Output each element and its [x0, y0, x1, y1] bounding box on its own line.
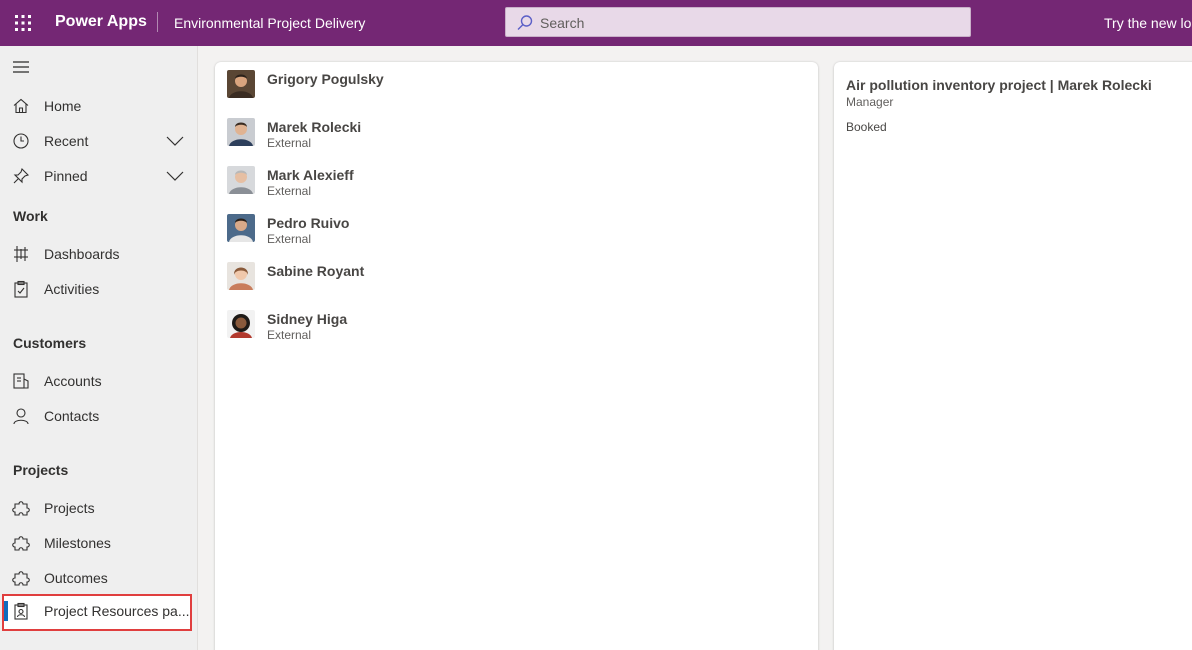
person-icon — [13, 408, 29, 425]
clock-icon — [13, 133, 29, 149]
top-bar: Power Apps Environmental Project Deliver… — [0, 0, 1192, 46]
app-name[interactable]: Power Apps — [55, 13, 147, 31]
home-icon — [13, 98, 29, 114]
id-badge-icon — [14, 602, 28, 620]
sidebar-item-label: Outcomes — [44, 570, 108, 586]
detail-role: Manager — [846, 95, 894, 109]
sidebar-item-label: Projects — [44, 500, 95, 516]
sidebar-item-label: Contacts — [44, 408, 100, 424]
app-launcher-icon[interactable] — [12, 12, 34, 34]
sidebar-item-label: Activities — [44, 281, 100, 297]
person-role: External — [267, 184, 312, 198]
list-item[interactable]: Mark Alexieff External — [227, 158, 727, 198]
avatar — [227, 118, 255, 146]
header-divider — [157, 12, 158, 32]
search-input[interactable]: Search — [540, 15, 584, 31]
sidebar-item-outcomes[interactable]: Outcomes — [0, 561, 197, 596]
resources-list-card: Grigory Pogulsky Marek Rolecki External … — [215, 62, 818, 650]
sidebar-item-label: Project Resources pa... — [44, 603, 190, 619]
person-name: Pedro Ruivo — [267, 215, 350, 231]
sidebar-item-label: Pinned — [44, 168, 88, 184]
booking-detail-card: Air pollution inventory project | Marek … — [834, 62, 1192, 650]
avatar — [227, 310, 255, 338]
sidebar-item-home[interactable]: Home — [0, 89, 197, 124]
list-item[interactable]: Marek Rolecki External — [227, 110, 727, 150]
avatar — [227, 214, 255, 242]
list-item[interactable]: Grigory Pogulsky — [227, 62, 727, 102]
person-name: Sabine Royant — [267, 263, 365, 279]
sidebar-item-contacts[interactable]: Contacts — [0, 399, 197, 434]
sidebar-item-dashboards[interactable]: Dashboards — [0, 237, 197, 272]
sidebar-item-label: Milestones — [44, 535, 111, 551]
chevron-down-icon[interactable] — [166, 134, 184, 148]
status-badge: Booked — [846, 120, 887, 134]
building-icon — [13, 373, 29, 389]
avatar — [227, 166, 255, 194]
person-name: Grigory Pogulsky — [267, 71, 384, 87]
pin-icon — [13, 167, 30, 184]
person-name: Sidney Higa — [267, 311, 348, 327]
sidebar-item-projects[interactable]: Projects — [0, 491, 197, 526]
puzzle-icon — [12, 536, 30, 551]
sidebar: Home Recent Pinned Work Dashboards Activ… — [0, 46, 198, 650]
person-role: External — [267, 136, 312, 150]
list-item[interactable]: Pedro Ruivo External — [227, 206, 727, 246]
chevron-down-icon[interactable] — [166, 169, 184, 183]
puzzle-icon — [12, 501, 30, 516]
avatar — [227, 262, 255, 290]
section-title-customers: Customers — [13, 335, 87, 351]
selection-indicator — [4, 601, 8, 621]
sidebar-item-project-resources[interactable]: Project Resources pa... — [2, 594, 192, 631]
sidebar-item-label: Recent — [44, 133, 89, 149]
sidebar-item-milestones[interactable]: Milestones — [0, 526, 197, 561]
puzzle-icon — [12, 571, 30, 586]
sidebar-item-label: Dashboards — [44, 246, 120, 262]
list-item[interactable]: Sidney Higa External — [227, 302, 727, 342]
sidebar-item-recent[interactable]: Recent — [0, 124, 197, 159]
dashboard-icon — [14, 246, 28, 262]
person-role: External — [267, 232, 312, 246]
sidebar-item-activities[interactable]: Activities — [0, 272, 197, 307]
sidebar-item-label: Accounts — [44, 373, 102, 389]
list-item[interactable]: Sabine Royant — [227, 254, 727, 294]
section-title-projects: Projects — [13, 462, 69, 478]
search-box[interactable]: Search — [505, 7, 971, 37]
detail-title[interactable]: Air pollution inventory project | Marek … — [846, 77, 1152, 93]
try-new-look-toggle[interactable]: Try the new lo — [1104, 15, 1191, 31]
sidebar-item-label: Home — [44, 98, 82, 114]
search-icon — [517, 15, 533, 30]
sidebar-item-pinned[interactable]: Pinned — [0, 159, 197, 194]
person-name: Mark Alexieff — [267, 167, 354, 183]
clipboard-icon — [14, 280, 28, 298]
environment-name[interactable]: Environmental Project Delivery — [174, 15, 365, 31]
hamburger-menu-icon[interactable] — [12, 60, 30, 74]
section-title-work: Work — [13, 208, 48, 224]
sidebar-item-accounts[interactable]: Accounts — [0, 364, 197, 399]
avatar — [227, 70, 255, 98]
person-name: Marek Rolecki — [267, 119, 362, 135]
person-role: External — [267, 328, 312, 342]
